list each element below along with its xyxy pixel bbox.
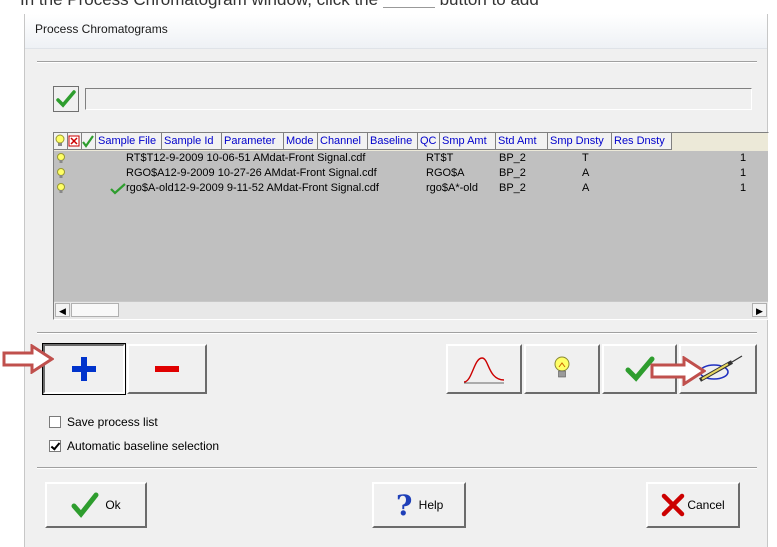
instruction-blank bbox=[382, 0, 435, 9]
column-header[interactable]: Mode bbox=[284, 133, 318, 150]
check-icon bbox=[82, 135, 94, 148]
sample-file-cell: rgo$A-old12-9-2009 9-11-52 AMdat-Front S… bbox=[126, 182, 379, 194]
instruction-text: In the Process Chromatogram window, clic… bbox=[20, 0, 539, 10]
add-button[interactable] bbox=[42, 343, 126, 395]
save-process-list-label: Save process list bbox=[67, 415, 158, 429]
column-header[interactable]: Smp Amt bbox=[440, 133, 496, 150]
auto-baseline-checkbox[interactable] bbox=[49, 440, 61, 452]
callout-arrow-right bbox=[2, 344, 54, 374]
remove-button[interactable] bbox=[127, 344, 207, 394]
lightbulb-icon bbox=[55, 134, 65, 146]
column-header[interactable]: Sample File bbox=[96, 133, 162, 150]
std-amt-cell: A bbox=[582, 167, 590, 179]
ok-button[interactable]: Ok bbox=[45, 482, 147, 528]
horizontal-scrollbar[interactable]: ◀ ▶ bbox=[54, 301, 768, 319]
bulb-column-header[interactable] bbox=[54, 133, 68, 150]
progress-bar bbox=[85, 88, 752, 110]
cancel-button[interactable]: Cancel bbox=[646, 482, 740, 528]
auto-baseline-option[interactable]: Automatic baseline selection bbox=[49, 439, 219, 453]
sample-file-cell: RT$T12-9-2009 10-06-51 AMdat-Front Signa… bbox=[126, 152, 366, 164]
cancel-label: Cancel bbox=[687, 498, 725, 512]
grid-header: Sample File Sample Id Parameter Mode Cha… bbox=[54, 133, 768, 151]
std-amt-cell: A bbox=[582, 182, 590, 194]
window-title: Process Chromatograms bbox=[35, 22, 168, 36]
question-mark-icon: ? bbox=[396, 491, 412, 519]
chromatogram-peak-icon bbox=[463, 357, 505, 384]
scroll-thumb[interactable] bbox=[71, 303, 119, 317]
check-icon bbox=[110, 183, 126, 195]
lightbulb-icon bbox=[554, 356, 570, 378]
scroll-right-arrow[interactable]: ▶ bbox=[752, 303, 767, 317]
toolbar-divider bbox=[37, 332, 757, 334]
res-dnsty-cell: 1 bbox=[740, 152, 747, 164]
auto-baseline-label: Automatic baseline selection bbox=[67, 439, 220, 453]
check-column-header[interactable] bbox=[82, 133, 96, 150]
baseline-cell: RT$T bbox=[426, 152, 454, 164]
save-process-list-option[interactable]: Save process list bbox=[49, 415, 158, 429]
bottom-divider bbox=[37, 467, 757, 469]
qc-cell: BP_2 bbox=[499, 182, 526, 194]
instruction-prefix: In the Process Chromatogram window, clic… bbox=[20, 0, 378, 9]
std-amt-cell: T bbox=[582, 152, 589, 164]
column-header[interactable]: Res Dnsty bbox=[612, 133, 672, 150]
column-header[interactable]: Sample Id bbox=[162, 133, 222, 150]
sample-grid[interactable]: Sample File Sample Id Parameter Mode Cha… bbox=[53, 132, 769, 320]
res-dnsty-cell: 1 bbox=[740, 167, 747, 179]
idea-button[interactable] bbox=[524, 344, 600, 394]
check-icon bbox=[56, 90, 76, 108]
run-check-button[interactable] bbox=[53, 86, 79, 112]
check-icon bbox=[71, 492, 99, 518]
lightbulb-icon bbox=[57, 153, 65, 163]
cancel-x-icon bbox=[662, 493, 685, 517]
save-process-list-checkbox[interactable] bbox=[49, 416, 61, 428]
delete-column-header[interactable] bbox=[68, 133, 82, 150]
baseline-cell: RGO$A bbox=[426, 167, 465, 179]
qc-cell: BP_2 bbox=[499, 167, 526, 179]
table-row[interactable]: RGO$A12-9-2009 10-27-26 AMdat-Front Sign… bbox=[54, 166, 768, 181]
column-header[interactable]: Channel bbox=[318, 133, 368, 150]
callout-arrow-right bbox=[650, 356, 706, 386]
column-header[interactable]: Smp Dnsty bbox=[548, 133, 612, 150]
table-row[interactable]: rgo$A-old12-9-2009 9-11-52 AMdat-Front S… bbox=[54, 181, 768, 196]
plus-icon bbox=[72, 357, 96, 381]
lightbulb-icon bbox=[57, 168, 65, 178]
help-label: Help bbox=[418, 498, 444, 512]
minus-icon bbox=[155, 366, 179, 372]
qc-cell: BP_2 bbox=[499, 152, 526, 164]
lightbulb-icon bbox=[57, 183, 65, 193]
table-row[interactable]: RT$T12-9-2009 10-06-51 AMdat-Front Signa… bbox=[54, 151, 768, 166]
help-button[interactable]: ? Help bbox=[372, 482, 466, 528]
column-header[interactable]: Baseline bbox=[368, 133, 418, 150]
baseline-cell: rgo$A*-old bbox=[426, 182, 478, 194]
top-divider bbox=[37, 61, 757, 63]
svg-text:?: ? bbox=[396, 491, 412, 519]
scroll-left-arrow[interactable]: ◀ bbox=[55, 303, 70, 317]
instruction-suffix: button to add bbox=[440, 0, 539, 9]
column-header[interactable]: Std Amt bbox=[496, 133, 548, 150]
ok-label: Ok bbox=[105, 498, 121, 512]
delete-marker-icon bbox=[68, 135, 80, 147]
column-header[interactable]: Parameter bbox=[222, 133, 284, 150]
chromatogram-button[interactable] bbox=[446, 344, 522, 394]
process-chromatograms-window: Process Chromatograms Sample File Sample… bbox=[24, 14, 769, 547]
title-bar: Process Chromatograms bbox=[25, 14, 767, 49]
res-dnsty-cell: 1 bbox=[740, 182, 747, 194]
sample-file-cell: RGO$A12-9-2009 10-27-26 AMdat-Front Sign… bbox=[126, 167, 377, 179]
column-header[interactable]: QC bbox=[418, 133, 440, 150]
